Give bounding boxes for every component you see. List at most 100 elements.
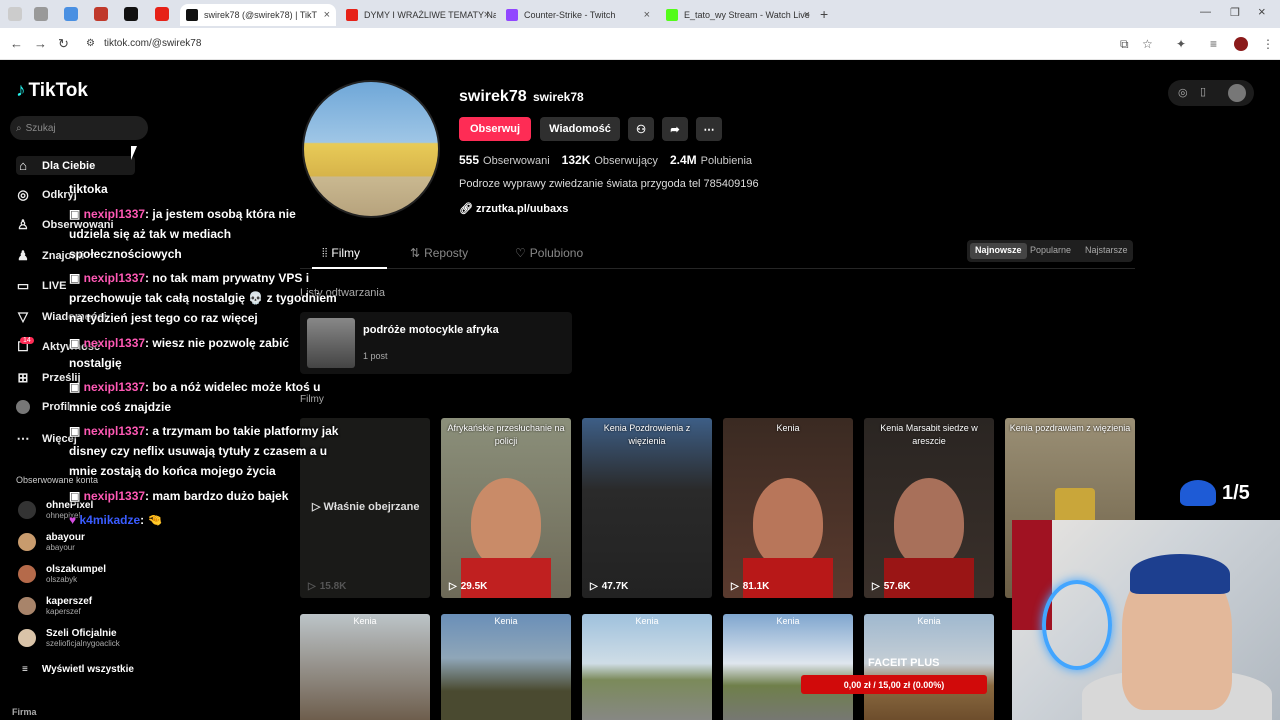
play-icon: ▷ bbox=[308, 581, 316, 592]
profile-stats: 555 Obserwowani 132K Obserwujący 2.4M Polub… bbox=[459, 153, 752, 167]
share-icon[interactable]: ➦ bbox=[662, 117, 688, 141]
tab-reposts[interactable]: ⇅ Reposty bbox=[410, 246, 468, 260]
play-icon: ▷ bbox=[731, 581, 739, 592]
chat-badge-icon: ▣ bbox=[69, 207, 84, 221]
tab-tiktok-profile[interactable]: swirek78 (@swirek78) | TikT × bbox=[180, 4, 336, 26]
add-friend-icon[interactable]: ⚇ bbox=[628, 117, 654, 141]
close-icon[interactable]: × bbox=[644, 9, 650, 21]
forward-icon[interactable]: → bbox=[34, 36, 47, 51]
close-icon[interactable]: × bbox=[324, 9, 330, 21]
video-thumbnail[interactable]: Kenia bbox=[723, 614, 853, 720]
profile-avatar[interactable] bbox=[1234, 37, 1248, 51]
reload-icon[interactable]: ↻ bbox=[58, 36, 69, 52]
sort-newest[interactable]: Najnowsze bbox=[970, 243, 1027, 259]
video-thumbnail[interactable]: Kenia bbox=[582, 614, 712, 720]
bookmark-star-icon[interactable]: ☆ bbox=[1142, 37, 1153, 51]
compass-icon[interactable]: ◎ bbox=[1178, 86, 1188, 99]
menu-dots-icon[interactable]: ⋮ bbox=[1262, 37, 1274, 51]
video-thumbnail[interactable]: Kenia bbox=[300, 614, 430, 720]
tiktok-logo[interactable]: ♪ TikTok bbox=[16, 80, 88, 102]
video-shirt bbox=[884, 558, 974, 598]
followers-stat[interactable]: 132K Obserwujący bbox=[562, 153, 658, 167]
sort-oldest[interactable]: Najstarsze bbox=[1080, 243, 1133, 259]
youtube-tab-icon[interactable] bbox=[155, 7, 169, 21]
pinned-tab-icon[interactable] bbox=[94, 7, 108, 21]
video-person-face bbox=[471, 478, 541, 568]
list-icon: ≡ bbox=[22, 664, 28, 675]
avatar bbox=[18, 597, 36, 615]
close-icon[interactable]: × bbox=[804, 9, 810, 21]
close-window-icon[interactable]: × bbox=[1258, 4, 1266, 19]
following-item[interactable]: olszakumpel olszabyk bbox=[18, 564, 106, 584]
nav-for-you[interactable]: ⌂ Dla Ciebie bbox=[16, 156, 136, 175]
video-thumbnail[interactable]: Kenia bbox=[441, 614, 571, 720]
footer-company-link[interactable]: Firma bbox=[12, 707, 37, 717]
avatar bbox=[16, 400, 30, 414]
tab-liked[interactable]: ♡ Polubiono bbox=[515, 246, 583, 260]
avatar[interactable] bbox=[1228, 84, 1246, 102]
following-stat[interactable]: 555 Obserwowani bbox=[459, 153, 550, 167]
sidebar-icon[interactable]: ≡ bbox=[1210, 37, 1217, 51]
follow-button[interactable]: Obserwuj bbox=[459, 117, 531, 141]
message-button[interactable]: Wiadomość bbox=[540, 117, 620, 141]
streamer-cap bbox=[1130, 554, 1230, 594]
play-icon: ▷ bbox=[872, 581, 880, 592]
playlist-count: 1 post bbox=[363, 351, 388, 361]
cap-icon bbox=[1180, 480, 1216, 506]
extensions-icon[interactable]: ✦ bbox=[1176, 37, 1186, 51]
phone-icon[interactable]: ▯ bbox=[1200, 85, 1206, 98]
more-options-icon[interactable]: ⋯ bbox=[696, 117, 722, 141]
send-icon: ▽ bbox=[18, 309, 28, 324]
nav-live[interactable]: ▭ LIVE bbox=[16, 278, 67, 294]
pinned-tab-icon[interactable] bbox=[64, 7, 78, 21]
tab-divider bbox=[300, 268, 1135, 269]
following-item[interactable]: Szeli Oficjalnie szelioficjalnygoaclick bbox=[18, 628, 120, 648]
video-thumbnail[interactable]: Kenia ▷ 81.1K bbox=[723, 418, 853, 598]
video-thumbnail[interactable]: Afrykańskie przesłuchanie na policji ▷ 29… bbox=[441, 418, 571, 598]
profile-bio: Podroze wyprawy zwiedzanie świata przygo… bbox=[459, 178, 759, 190]
new-tab-icon[interactable]: + bbox=[820, 6, 828, 22]
avatar bbox=[18, 565, 36, 583]
site-info-icon[interactable]: ⚙ bbox=[86, 38, 95, 49]
webcam-feed bbox=[1012, 520, 1280, 720]
live-icon: ▭ bbox=[16, 278, 30, 293]
video-thumbnail[interactable]: Kenia Pozdrowienia z więzienia ▷ 47.7K bbox=[582, 418, 712, 598]
show-all-button[interactable]: ≡ Wyświetl wszystkie bbox=[22, 664, 134, 675]
nav-profile[interactable]: Profil bbox=[16, 400, 70, 414]
chat-message: ▣ nexipl1337: wiesz nie pozwolę zabić no… bbox=[69, 336, 290, 370]
following-item[interactable]: kaperszef kaperszef bbox=[18, 596, 92, 616]
maximize-icon[interactable]: ❐ bbox=[1230, 6, 1240, 19]
following-item[interactable]: abayour abayour bbox=[18, 532, 85, 552]
url-field[interactable]: tiktok.com/@swirek78 bbox=[104, 38, 201, 49]
chat-badge-icon: ♥ bbox=[69, 513, 80, 527]
nav-more[interactable]: ⋯ Więcej bbox=[16, 431, 77, 447]
play-icon: ▷ bbox=[312, 501, 324, 513]
avatar bbox=[18, 501, 36, 519]
pinned-tab-icon[interactable] bbox=[34, 7, 48, 21]
tab-label: swirek78 (@swirek78) | TikT bbox=[204, 10, 317, 20]
nav-explore[interactable]: ◎ Odkryj bbox=[16, 187, 77, 203]
profile-username: swirek78 bbox=[459, 88, 527, 105]
user-follow-icon: ♙ bbox=[17, 217, 29, 232]
home-icon: ⌂ bbox=[19, 158, 27, 173]
avatar bbox=[18, 533, 36, 551]
tab-kick[interactable]: E_tato_wy Stream - Watch Live × bbox=[660, 4, 816, 26]
install-icon[interactable]: ⧉ bbox=[1120, 37, 1129, 52]
tab-youtube[interactable]: DYMY I WRAŻLIWE TEMATY Na × bbox=[340, 4, 496, 26]
profile-link[interactable]: 🔗︎ zrzutka.pl/uubaxs bbox=[459, 202, 568, 215]
chat-badge-icon: ▣ bbox=[69, 271, 84, 285]
sort-popular[interactable]: Popularne bbox=[1025, 243, 1076, 259]
minimize-icon[interactable]: — bbox=[1200, 6, 1211, 18]
search-input[interactable]: ⌕ Szukaj bbox=[10, 116, 148, 140]
friends-icon: ♟ bbox=[17, 248, 29, 263]
video-thumbnail[interactable]: Kenia Marsabit siedze w areszcie ▷ 57.6K bbox=[864, 418, 994, 598]
tiktok-note-icon: ♪ bbox=[16, 80, 26, 101]
play-icon: ▷ bbox=[590, 581, 598, 592]
tiktok-tab-icon[interactable] bbox=[124, 7, 138, 21]
close-icon[interactable]: × bbox=[484, 9, 490, 21]
tab-twitch[interactable]: Counter-Strike - Twitch × bbox=[500, 4, 656, 26]
chevron-down-icon[interactable] bbox=[8, 7, 22, 21]
overlay-toolbar: ◎ ▯ bbox=[1168, 80, 1254, 106]
back-icon[interactable]: ← bbox=[10, 36, 23, 51]
video-shirt bbox=[461, 558, 551, 598]
